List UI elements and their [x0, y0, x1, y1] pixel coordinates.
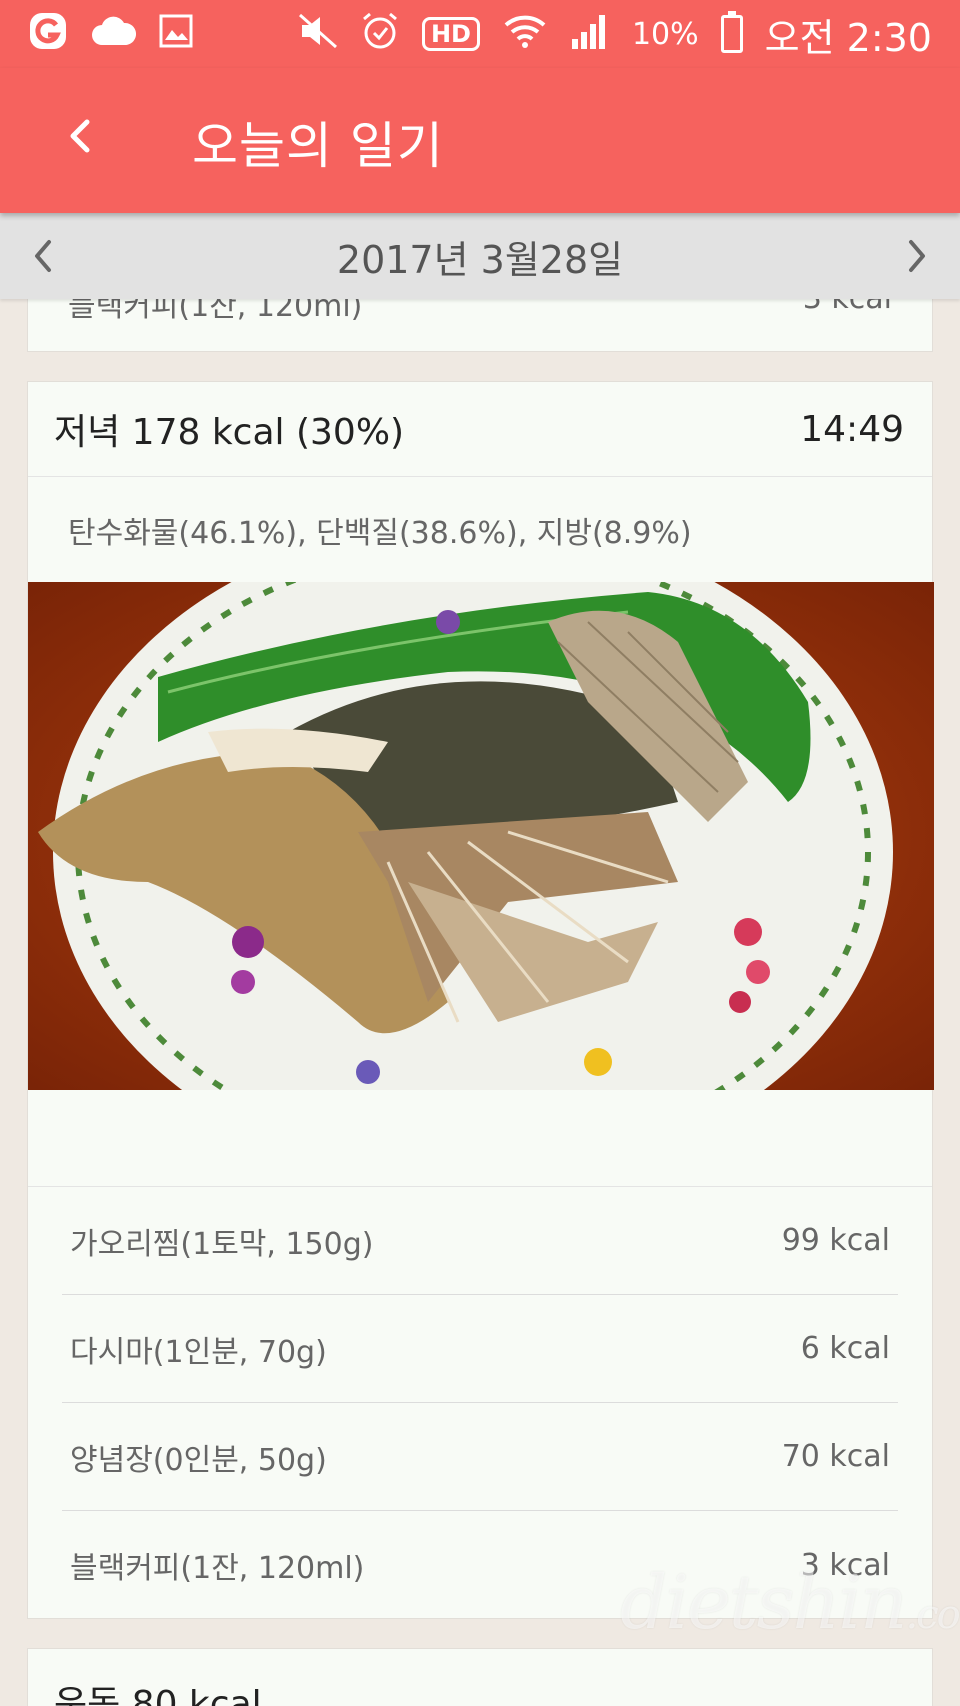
exercise-card[interactable]: 운동 80 kcal	[27, 1648, 933, 1706]
clock: 오전 2:30	[764, 15, 932, 60]
food-item[interactable]: 다시마(1인분, 70g) 6 kcal	[62, 1295, 898, 1403]
image-icon	[158, 13, 194, 55]
food-item-name: 블랙커피(1잔, 120ml)	[70, 1551, 365, 1586]
signal-icon	[570, 11, 610, 57]
watermark-logo: dietshin.com	[620, 1560, 960, 1646]
cloud-icon	[90, 15, 137, 53]
meal-photo[interactable]	[28, 582, 934, 1090]
battery-percent: 10%	[631, 16, 699, 52]
chevron-left-icon	[35, 240, 51, 272]
page-title: 오늘의 일기	[192, 117, 444, 175]
status-bar-right: HD 10% 오전 2:30	[298, 7, 932, 62]
food-item-kcal: 6 kcal	[800, 1331, 890, 1366]
food-item-name: 양념장(0인분, 50g)	[70, 1442, 327, 1478]
next-day-button[interactable]	[892, 231, 942, 281]
previous-day-button[interactable]	[18, 231, 68, 281]
status-bar-left	[28, 11, 194, 57]
mute-icon	[298, 13, 338, 55]
food-item-kcal: 70 kcal	[781, 1439, 890, 1474]
app-bar: 오늘의 일기	[0, 68, 960, 213]
food-item[interactable]: 가오리찜(1토막, 150g) 99 kcal	[62, 1187, 898, 1295]
meal-time: 14:49	[800, 408, 904, 450]
food-item-kcal: 99 kcal	[781, 1223, 890, 1258]
dinner-card[interactable]: 저녁 178 kcal (30%) 14:49 탄수화물(46.1%), 단백질…	[27, 381, 934, 1619]
g-app-icon	[28, 11, 68, 57]
macro-summary: 탄수화물(46.1%), 단백질(38.6%), 지방(8.9%)	[68, 515, 692, 551]
wifi-icon	[502, 11, 548, 57]
battery-icon	[720, 11, 743, 53]
date-navigator: 2017년 3월28일	[0, 213, 960, 299]
food-item[interactable]: 양념장(0인분, 50g) 70 kcal	[62, 1403, 898, 1511]
status-bar: HD 10% 오전 2:30	[0, 0, 960, 68]
food-item-name: 가오리찜(1토막, 150g)	[70, 1226, 374, 1262]
chevron-right-icon	[909, 240, 925, 272]
chevron-left-icon	[70, 119, 90, 153]
watermark-suffix: .com	[905, 1592, 960, 1638]
exercise-title: 운동 80 kcal	[54, 1684, 262, 1706]
watermark-text: dietshin	[620, 1560, 908, 1646]
photo-spacer	[28, 1090, 932, 1187]
food-item-name: 다시마(1인분, 70g)	[70, 1334, 327, 1370]
alarm-icon	[360, 11, 400, 57]
current-date: 2017년 3월28일	[336, 237, 624, 282]
hd-call-icon: HD	[421, 17, 480, 51]
back-button[interactable]	[50, 106, 110, 166]
meal-title: 저녁 178 kcal (30%)	[54, 412, 405, 453]
meal-header: 저녁 178 kcal (30%) 14:49	[28, 382, 932, 477]
food-list: 가오리찜(1토막, 150g) 99 kcal 다시마(1인분, 70g) 6 …	[28, 1187, 932, 1619]
